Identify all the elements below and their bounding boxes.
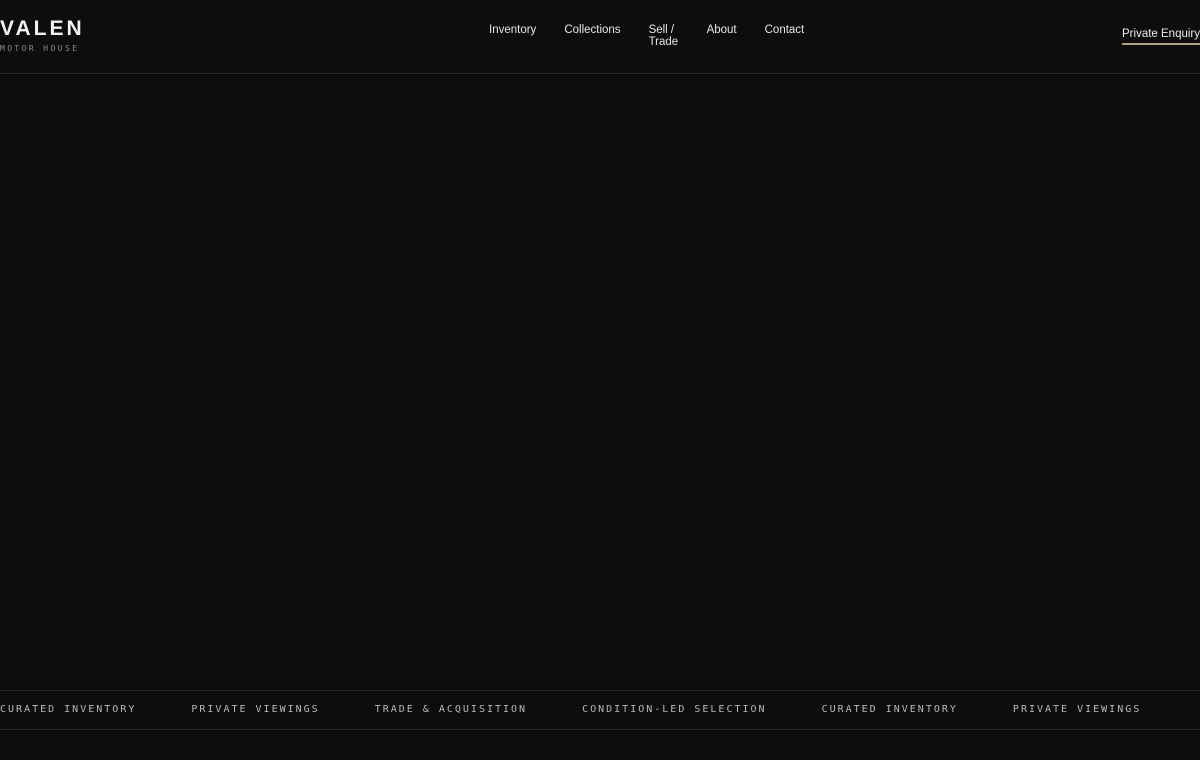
hero-section [0,74,1200,690]
main-nav: Inventory Collections Sell / Trade About… [489,24,804,48]
ticker-item: PRIVATE VIEWINGS [191,704,320,715]
private-enquiry-button[interactable]: Private Enquiry [1122,28,1200,45]
ticker-item: PRIVATE VIEWINGS [1012,704,1142,715]
site-header: VALEN MOTOR HOUSE Inventory Collections … [0,0,1200,74]
nav-item-about[interactable]: About [707,24,737,36]
ticker-strip: CURATED INVENTORY PRIVATE VIEWINGS TRADE… [0,690,1200,730]
ticker-item: CURATED INVENTORY [821,704,958,715]
nav-item-sell-trade[interactable]: Sell / Trade [649,24,679,48]
brand-subtitle: MOTOR HOUSE [0,44,80,53]
page: VALEN MOTOR HOUSE Inventory Collections … [0,0,1200,760]
ticker-item: TRADE & ACQUISITION [374,704,528,715]
ticker-item: CONDITION-LED SELECTION [582,704,767,715]
nav-item-collections[interactable]: Collections [564,24,620,36]
nav-item-contact[interactable]: Contact [765,24,805,36]
nav-item-inventory[interactable]: Inventory [489,24,536,36]
ticker-track: CURATED INVENTORY PRIVATE VIEWINGS TRADE… [0,704,1196,716]
brand-logo[interactable]: VALEN MOTOR HOUSE [0,17,85,55]
brand-name: VALEN [0,17,85,40]
ticker-item: CURATED INVENTORY [0,704,137,715]
